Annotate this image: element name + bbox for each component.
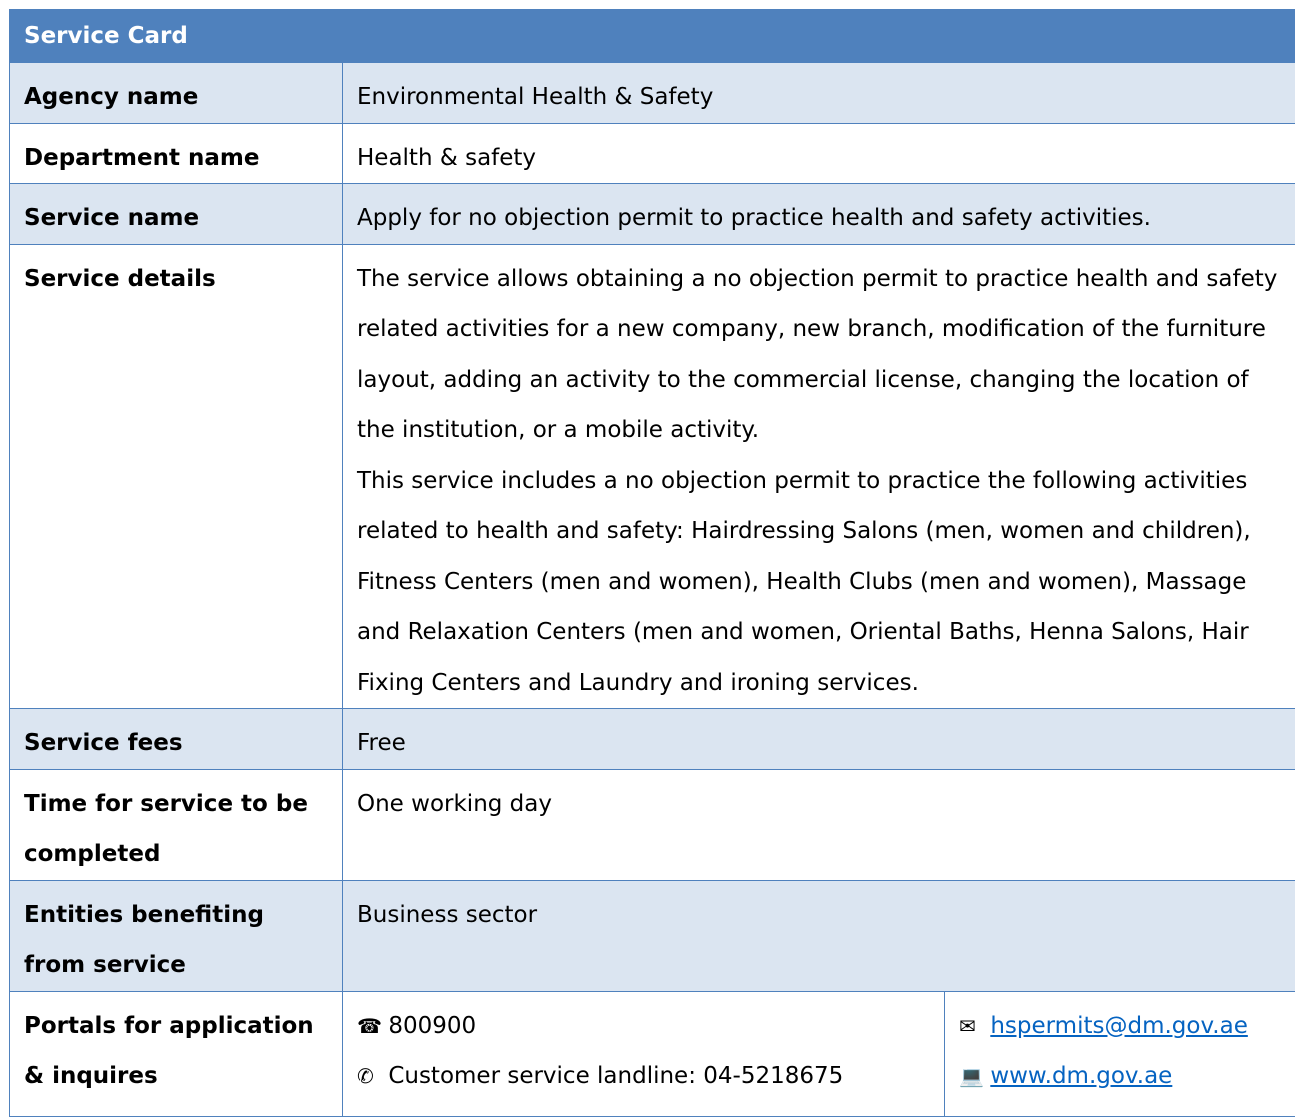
- table-row-portals: Portals for application & inquires ☎ 800…: [10, 991, 1295, 1116]
- service-fees-value: Free: [343, 709, 1295, 770]
- landline-text: Customer service landline: 04-5218675: [388, 1063, 843, 1089]
- table-row-completion-time: Time for service to be completed One wor…: [10, 769, 1295, 880]
- mobile-phone-icon: ✆: [357, 1051, 381, 1101]
- beneficiaries-label: Entities benefiting from service: [10, 880, 343, 991]
- landline-line: ✆ Customer service landline: 04-5218675: [357, 1051, 930, 1101]
- table-row-service-fees: Service fees Free: [10, 709, 1295, 770]
- completion-time-label: Time for service to be completed: [10, 769, 343, 880]
- agency-name-value: Environmental Health & Safety: [343, 63, 1295, 124]
- telephone-icon: ☎: [357, 1001, 381, 1051]
- service-details-paragraph-2: This service includes a no objection per…: [357, 456, 1281, 709]
- service-card-table: Service Card Agency name Environmental H…: [9, 9, 1295, 1117]
- portals-phone-cell: ☎ 800900 ✆ Customer service landline: 04…: [343, 991, 945, 1116]
- envelope-icon: ✉: [959, 1001, 983, 1051]
- service-card-title: Service Card: [10, 10, 1295, 63]
- portals-label: Portals for application & inquires: [10, 991, 343, 1116]
- service-details-value: The service allows obtaining a no object…: [343, 244, 1295, 709]
- website-link[interactable]: www.dm.gov.ae: [990, 1063, 1172, 1089]
- department-name-value: Health & safety: [343, 123, 1295, 184]
- table-row-beneficiaries: Entities benefiting from service Busines…: [10, 880, 1295, 991]
- service-name-label: Service name: [10, 184, 343, 245]
- email-link[interactable]: hspermits@dm.gov.ae: [990, 1013, 1248, 1039]
- service-name-value: Apply for no objection permit to practic…: [343, 184, 1295, 245]
- table-row-department-name: Department name Health & safety: [10, 123, 1295, 184]
- computer-icon: 💻: [959, 1051, 983, 1101]
- service-details-label: Service details: [10, 244, 343, 709]
- website-line: 💻 www.dm.gov.ae: [959, 1051, 1281, 1101]
- portals-online-cell: ✉ hspermits@dm.gov.ae 💻 www.dm.gov.ae: [945, 991, 1295, 1116]
- table-row-agency-name: Agency name Environmental Health & Safet…: [10, 63, 1295, 124]
- service-details-paragraph-1: The service allows obtaining a no object…: [357, 254, 1281, 456]
- table-row-service-details: Service details The service allows obtai…: [10, 244, 1295, 709]
- phone-line: ☎ 800900: [357, 1001, 930, 1051]
- email-line: ✉ hspermits@dm.gov.ae: [959, 1001, 1281, 1051]
- department-name-label: Department name: [10, 123, 343, 184]
- beneficiaries-value: Business sector: [343, 880, 1295, 991]
- completion-time-value: One working day: [343, 769, 1295, 880]
- agency-name-label: Agency name: [10, 63, 343, 124]
- service-fees-label: Service fees: [10, 709, 343, 770]
- table-row-service-name: Service name Apply for no objection perm…: [10, 184, 1295, 245]
- phone-number: 800900: [388, 1013, 476, 1039]
